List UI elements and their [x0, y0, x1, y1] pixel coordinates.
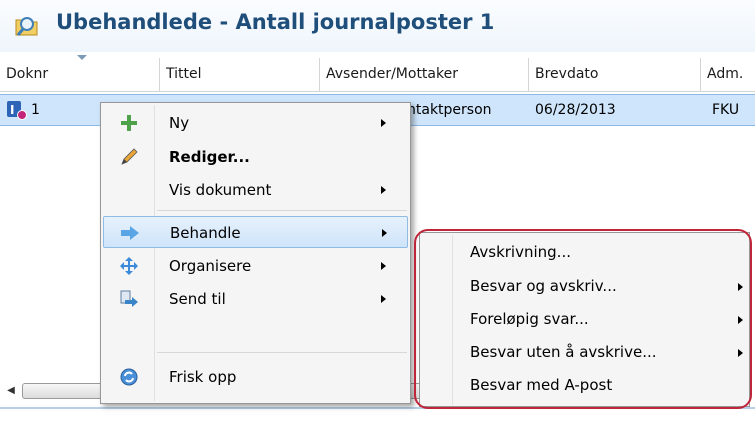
submenu-arrow-icon: [381, 295, 386, 303]
table-header: Doknr Tittel Avsender/Mottaker Brevdato …: [0, 55, 755, 92]
plus-icon: [121, 115, 137, 131]
menu-item-frisk-opp[interactable]: Frisk opp: [103, 361, 408, 393]
menu-item-send-til[interactable]: Send til: [103, 283, 408, 315]
title-bar: Ubehandlede - Antall journalposter 1: [0, 0, 755, 52]
menu-item-forelopig-svar[interactable]: Foreløpig svar...: [422, 304, 748, 335]
window-title: Ubehandlede - Antall journalposter 1: [56, 10, 495, 34]
column-header-avsender[interactable]: Avsender/Mottaker: [320, 58, 529, 91]
sort-indicator-icon: [77, 55, 87, 60]
column-header-adm[interactable]: Adm.: [701, 58, 755, 91]
submenu-arrow-icon: [738, 283, 743, 291]
menu-item-rediger[interactable]: Rediger...: [103, 141, 408, 173]
column-header-brevdato[interactable]: Brevdato: [529, 58, 701, 91]
submenu-arrow-icon: [738, 349, 743, 357]
menu-item-vis-dokument[interactable]: Vis dokument: [103, 174, 408, 206]
cell-brevdato: 06/28/2013: [535, 102, 616, 118]
submenu-arrow-icon: [381, 262, 386, 270]
column-header-doknr[interactable]: Doknr: [0, 55, 160, 91]
submenu-behandle: Avskrivning... Besvar og avskriv... Fore…: [419, 232, 750, 407]
menu-item-avskrivning[interactable]: Avskrivning...: [422, 237, 748, 268]
cell-adm: FKU: [712, 102, 740, 118]
pencil-icon: [121, 148, 138, 165]
refresh-icon: [120, 368, 138, 386]
search-folder-icon: [15, 17, 38, 36]
journal-post-icon: I: [7, 101, 27, 120]
scroll-left-icon[interactable]: ◀: [2, 382, 20, 400]
status-divider: [0, 407, 755, 409]
menu-item-organisere[interactable]: Organisere: [103, 250, 408, 282]
move-icon: [120, 257, 138, 275]
cell-avsender: ntaktperson: [407, 102, 492, 118]
menu-item-besvar-med-a-post[interactable]: Besvar med A-post: [422, 370, 748, 401]
menu-item-besvar-uten-avskrive[interactable]: Besvar uten å avskrive...: [422, 337, 748, 368]
menu-item-ny[interactable]: Ny: [103, 107, 408, 139]
context-menu: Ny Rediger... Vis dokument Behandle Orga…: [100, 102, 411, 404]
process-arrow-icon: [121, 226, 139, 240]
submenu-arrow-icon: [381, 186, 386, 194]
column-header-tittel[interactable]: Tittel: [160, 58, 320, 91]
menu-item-behandle[interactable]: Behandle: [103, 216, 408, 248]
submenu-arrow-icon: [738, 316, 743, 324]
menu-item-besvar-og-avskriv[interactable]: Besvar og avskriv...: [422, 271, 748, 302]
menu-separator: [157, 210, 407, 211]
cell-doknr: 1: [31, 102, 40, 118]
svg-text:I: I: [10, 103, 14, 117]
submenu-arrow-icon: [381, 119, 386, 127]
send-icon: [120, 290, 138, 307]
menu-separator: [157, 352, 407, 353]
submenu-arrow-icon: [382, 229, 387, 237]
